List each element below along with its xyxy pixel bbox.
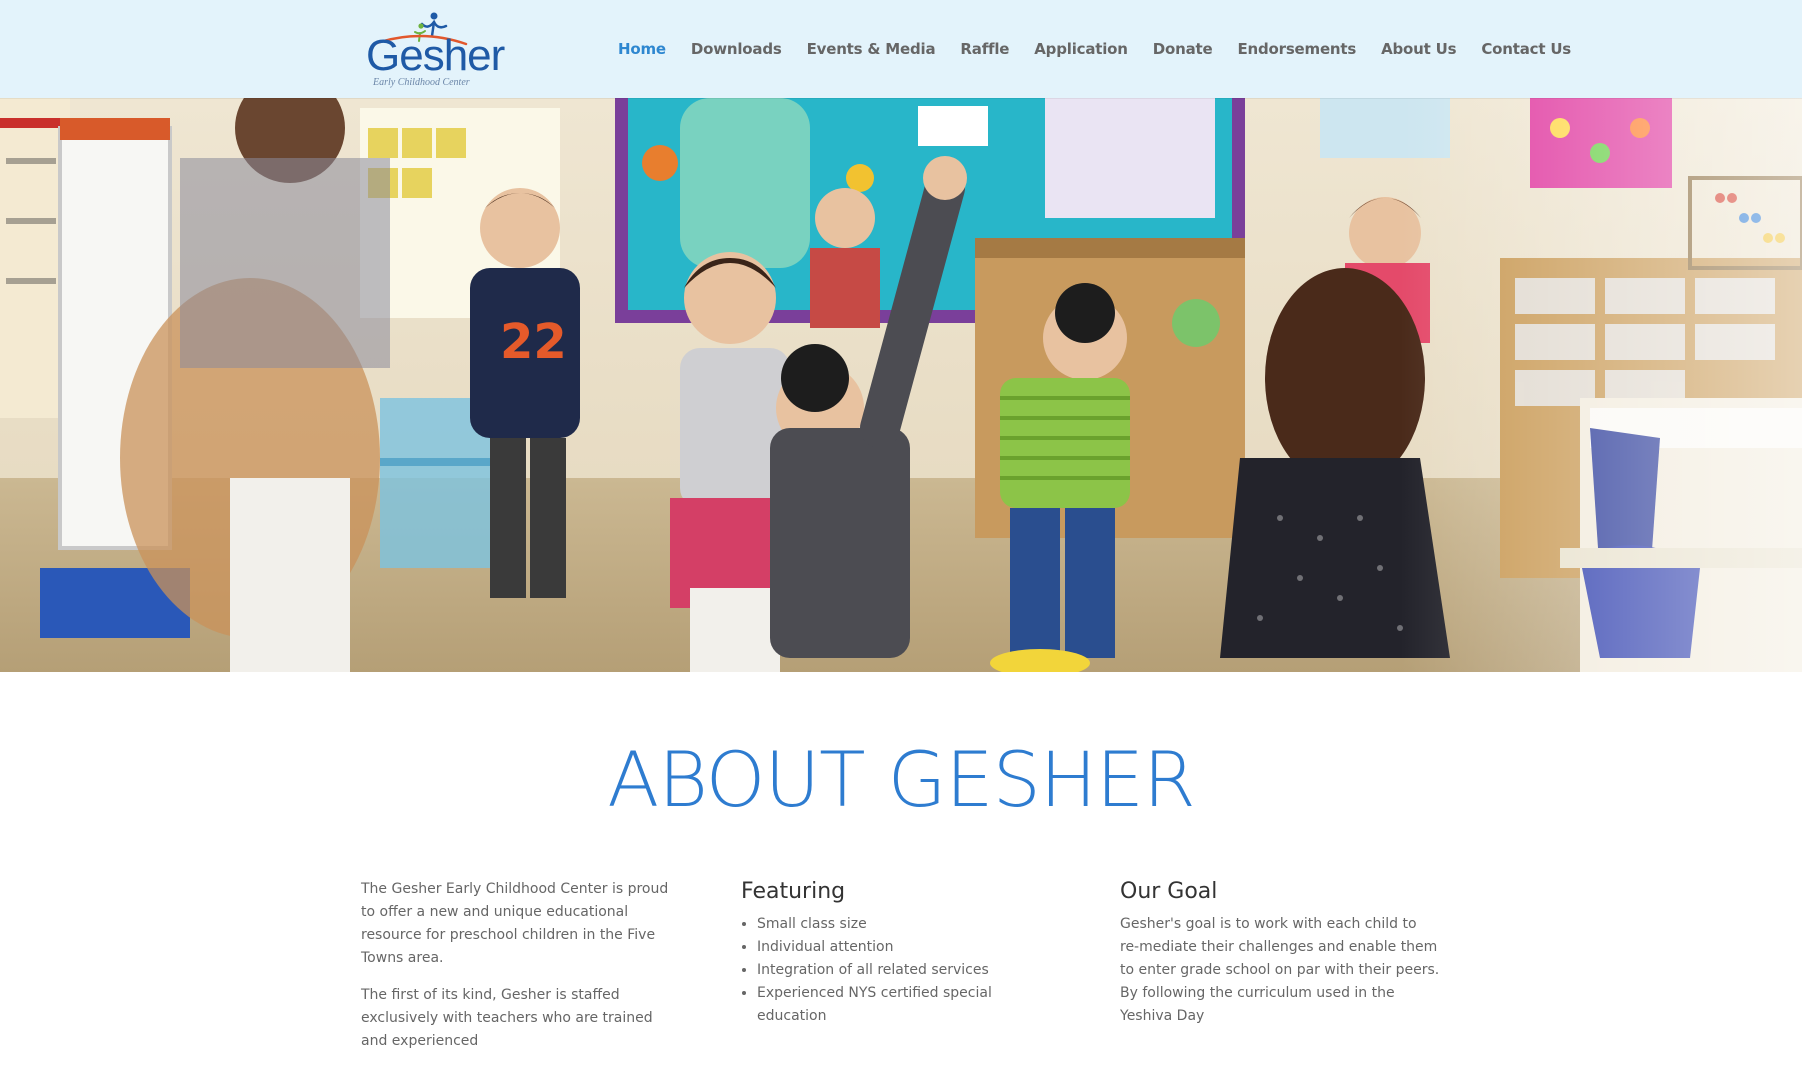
nav-item-application[interactable]: Application	[1034, 40, 1128, 58]
list-item: Small class size	[757, 913, 1061, 936]
about-title: ABOUT GESHER	[607, 735, 1196, 824]
list-item: Integration of all related services	[757, 959, 1061, 982]
nav-item-raffle[interactable]: Raffle	[960, 40, 1009, 58]
nav-item-home[interactable]: Home	[618, 40, 666, 58]
site-header: Gesher Early Childhood Center Home Downl…	[0, 0, 1802, 98]
hero-image: 22	[0, 98, 1802, 672]
nav-item-downloads[interactable]: Downloads	[691, 40, 782, 58]
svg-text:22: 22	[500, 314, 567, 370]
intro-paragraph-1: The Gesher Early Childhood Center is pro…	[361, 881, 669, 966]
about-intro-column: The Gesher Early Childhood Center is pro…	[361, 878, 681, 1067]
nav-item-endorsements[interactable]: Endorsements	[1237, 40, 1356, 58]
list-item: Experienced NYS certified special educat…	[757, 982, 1061, 1028]
goal-column: Our Goal Gesher's goal is to work with e…	[1120, 878, 1440, 1042]
featuring-list: Small class size Individual attention In…	[741, 913, 1061, 1028]
children-dancing-photo: 22	[0, 98, 1802, 672]
nav-item-events-media[interactable]: Events & Media	[807, 40, 936, 58]
goal-heading: Our Goal	[1120, 879, 1218, 904]
main-nav: Home Downloads Events & Media Raffle App…	[618, 0, 1596, 98]
goal-text: Gesher's goal is to work with each child…	[1120, 916, 1440, 1024]
site-logo[interactable]: Gesher Early Childhood Center	[362, 10, 505, 90]
nav-item-contact-us[interactable]: Contact Us	[1481, 40, 1571, 58]
logo-wordmark: Gesher	[366, 31, 505, 80]
logo-tagline: Early Childhood Center	[373, 77, 470, 88]
featuring-column: Featuring Small class size Individual at…	[741, 878, 1061, 1028]
nav-item-donate[interactable]: Donate	[1153, 40, 1213, 58]
featuring-heading: Featuring	[741, 879, 846, 904]
intro-paragraph-2: The first of its kind, Gesher is staffed…	[361, 987, 653, 1049]
nav-item-about-us[interactable]: About Us	[1381, 40, 1456, 58]
list-item: Individual attention	[757, 936, 1061, 959]
